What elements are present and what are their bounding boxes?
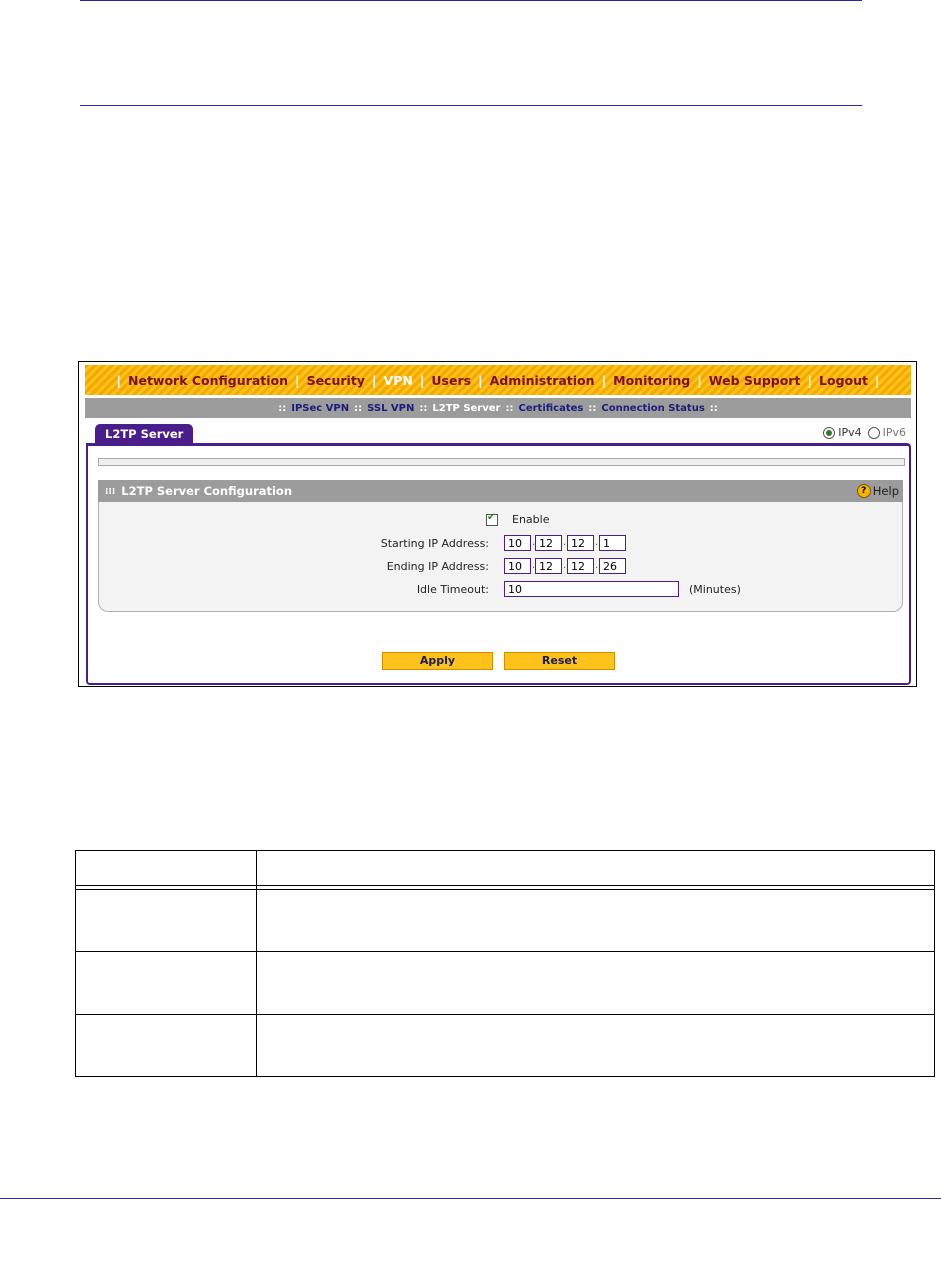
section-header: ⁞⁞⁞ L2TP Server Configuration ? Help: [98, 480, 903, 502]
nav-item-security[interactable]: Security: [304, 373, 368, 388]
subnav-separator: ::: [354, 402, 363, 414]
idle-timeout-label: Idle Timeout:: [416, 583, 489, 596]
ip-dot-separator: .: [595, 537, 599, 548]
start-ip-octet-4[interactable]: 1: [599, 535, 626, 551]
idle-timeout-unit: (Minutes): [689, 583, 741, 596]
nav-item-network-configuration[interactable]: Network Configuration: [125, 373, 291, 388]
ip-dot-separator: .: [595, 560, 599, 571]
table-row-rule: [76, 1014, 934, 1015]
start-ip-octet-3[interactable]: 12: [567, 535, 594, 551]
nav-item-vpn[interactable]: VPN: [381, 373, 416, 388]
nav-separator: |: [116, 372, 121, 388]
help-link[interactable]: ? Help: [856, 480, 899, 502]
nav-separator: |: [295, 372, 300, 388]
header-rule-bottom: [80, 105, 862, 106]
footer-rule: [0, 1198, 941, 1199]
apply-button[interactable]: Apply: [382, 652, 493, 670]
help-icon: ?: [856, 484, 871, 498]
content-panel: ⁞⁞⁞ L2TP Server Configuration ? Help Enab…: [86, 443, 911, 685]
nav-separator: |: [697, 372, 702, 388]
starting-ip-label: Starting IP Address:: [380, 537, 489, 550]
nav-separator: |: [807, 372, 813, 388]
end-ip-octet-4[interactable]: 26: [599, 558, 626, 574]
subnav-separator: ::: [278, 402, 287, 414]
nav-separator: |: [875, 372, 880, 388]
ipv4-label: IPv4: [838, 426, 862, 439]
subnav-item-ipsec-vpn[interactable]: IPSec VPN: [289, 403, 351, 414]
ipv4-radio[interactable]: [823, 426, 836, 439]
subnav-item-connection-status[interactable]: Connection Status: [599, 403, 706, 414]
nav-item-users[interactable]: Users: [428, 373, 474, 388]
subnav-item-ssl-vpn[interactable]: SSL VPN: [365, 403, 416, 414]
end-ip-octet-2[interactable]: 12: [535, 558, 562, 574]
subnav-item-certificates[interactable]: Certificates: [516, 403, 585, 414]
end-ip-octet-3[interactable]: 12: [567, 558, 594, 574]
section-title: L2TP Server Configuration: [121, 484, 293, 498]
settings-table: [75, 850, 935, 1077]
ip-dot-separator: .: [563, 560, 567, 571]
subnav-item-l2tp-server[interactable]: L2TP Server: [430, 403, 502, 414]
idle-timeout-input[interactable]: 10: [504, 581, 679, 597]
nav-separator: |: [478, 372, 483, 388]
end-ip-octet-1[interactable]: 10: [504, 558, 531, 574]
nav-item-logout[interactable]: Logout: [816, 373, 871, 388]
start-ip-octet-2[interactable]: 12: [535, 535, 562, 551]
grid-icon: ⁞⁞⁞: [105, 487, 116, 497]
ip-version-selector: IPv4 IPv6: [823, 426, 906, 439]
subnav-separator: ::: [588, 402, 597, 414]
ending-ip-label: Ending IP Address:: [386, 560, 489, 573]
tab-l2tp-server[interactable]: L2TP Server: [95, 424, 194, 444]
enable-label: Enable: [512, 513, 550, 526]
sub-nav: :: IPSec VPN:: SSL VPN:: L2TP Server:: Certi…: [85, 398, 911, 418]
ipv6-label: IPv6: [882, 426, 906, 439]
header-rule-top: [80, 0, 862, 1]
table-row-rule: [76, 951, 934, 952]
help-label: Help: [872, 484, 899, 498]
nav-separator: |: [601, 372, 607, 388]
subnav-separator: ::: [505, 402, 514, 414]
config-body: Enable Starting IP Address: 10.12.12.1 E…: [98, 502, 903, 612]
main-nav: | Network Configuration | Security | VPN | User…: [85, 365, 911, 395]
ip-dot-separator: .: [563, 537, 567, 548]
enable-checkbox[interactable]: [486, 512, 498, 526]
subnav-separator: ::: [419, 402, 428, 414]
subnav-separator: ::: [709, 402, 718, 414]
nav-item-administration[interactable]: Administration: [487, 373, 598, 388]
nav-item-web-support[interactable]: Web Support: [706, 373, 804, 388]
reset-button[interactable]: Reset: [504, 652, 615, 670]
nav-separator: |: [419, 372, 425, 388]
nav-separator: |: [371, 372, 377, 388]
table-header-rule-2: [76, 889, 934, 890]
table-header-rule: [76, 885, 934, 886]
message-bar: [98, 458, 905, 466]
ipv6-radio[interactable]: [867, 426, 880, 439]
l2tp-screenshot: | Network Configuration | Security | VPN | User…: [78, 361, 917, 687]
nav-item-monitoring[interactable]: Monitoring: [610, 373, 693, 388]
start-ip-octet-1[interactable]: 10: [504, 535, 531, 551]
